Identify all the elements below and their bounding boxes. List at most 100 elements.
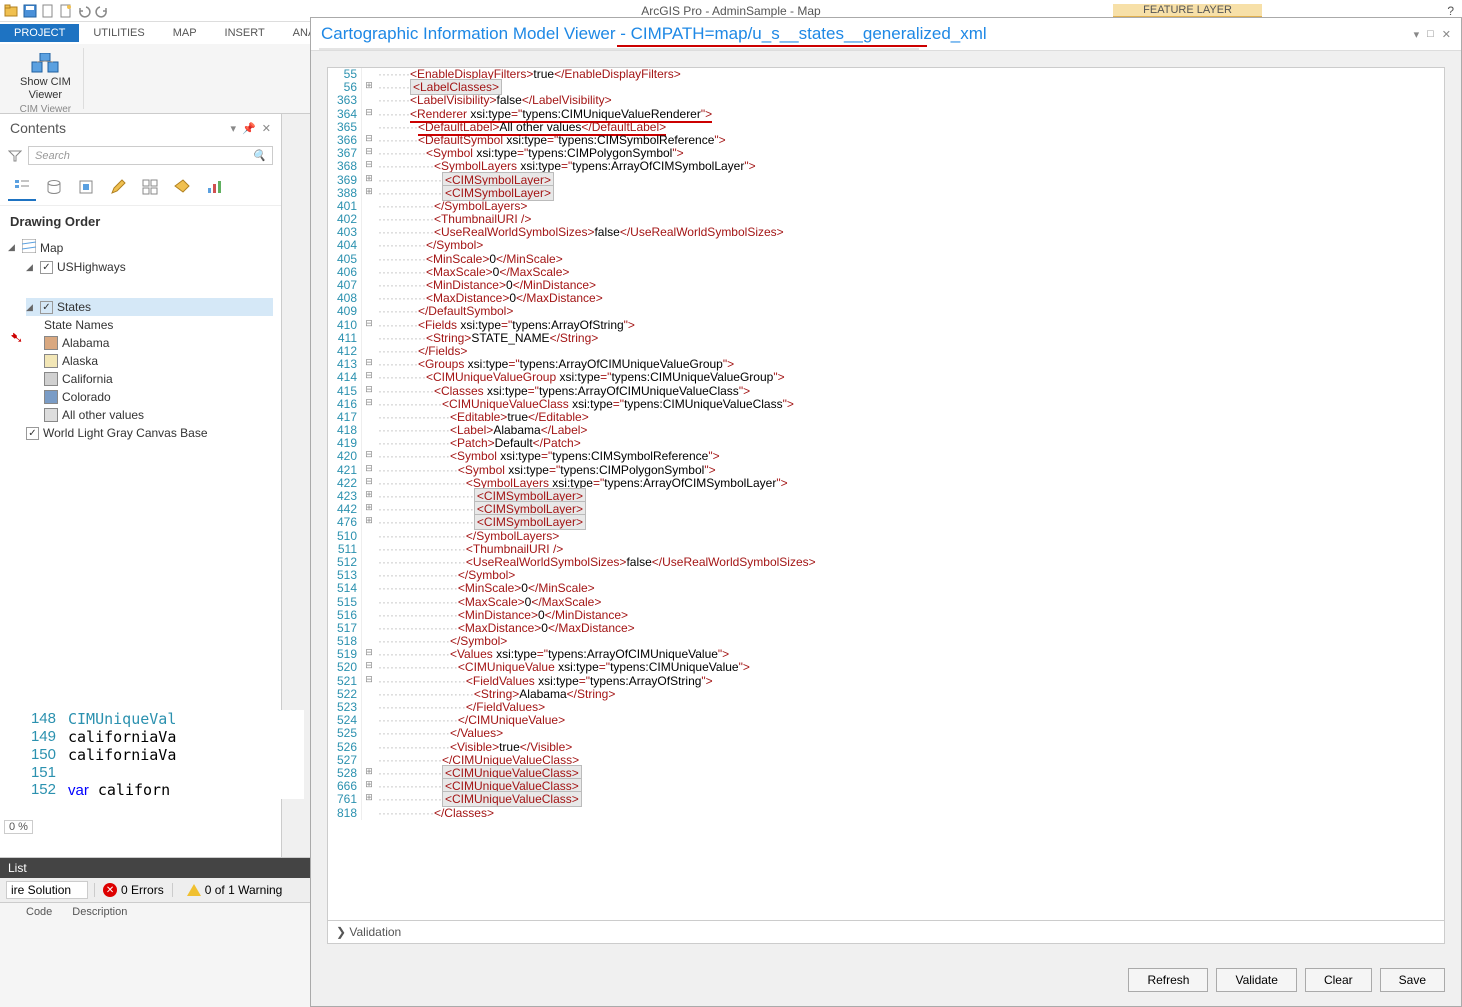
fold-icon[interactable]: ⊞ xyxy=(362,793,376,803)
fold-icon[interactable]: ⊟ xyxy=(362,648,376,658)
xml-line[interactable]: 818··············</Classes> xyxy=(328,807,1444,820)
col-code[interactable]: Code xyxy=(26,906,72,918)
cim-viewer-window: Cartographic Information Model Viewer - … xyxy=(310,17,1462,1007)
fold-icon[interactable]: ⊟ xyxy=(362,385,376,395)
tab-map[interactable]: MAP xyxy=(159,24,211,42)
toc-state-item[interactable]: California xyxy=(44,370,273,388)
tab-snapping[interactable] xyxy=(136,173,164,201)
expander-icon[interactable]: ◢ xyxy=(8,242,18,253)
cim-titlebar[interactable]: Cartographic Information Model Viewer - … xyxy=(311,18,1461,51)
fold-icon[interactable]: ⊟ xyxy=(362,477,376,487)
minimize-icon[interactable]: ▾ xyxy=(1414,28,1420,41)
xml-line[interactable]: 403··············<UseRealWorldSymbolSize… xyxy=(328,226,1444,239)
fold-icon[interactable]: ⊟ xyxy=(362,319,376,329)
open-icon[interactable] xyxy=(4,3,20,19)
tab-data-source[interactable] xyxy=(40,173,68,201)
toc-basemap[interactable]: ✓ World Light Gray Canvas Base xyxy=(26,424,273,442)
fold-icon[interactable]: ⊟ xyxy=(362,675,376,685)
fold-icon[interactable]: ⊟ xyxy=(362,371,376,381)
toc-states[interactable]: ◢ ✓ States xyxy=(26,298,273,316)
fold-icon[interactable]: ⊟ xyxy=(362,661,376,671)
scope-dropdown[interactable]: ire Solution xyxy=(6,881,88,899)
toc-state-item[interactable]: Colorado xyxy=(44,388,273,406)
search-row: Search 🔍 xyxy=(0,142,281,169)
fold-icon[interactable]: ⊞ xyxy=(362,780,376,790)
tab-utilities[interactable]: UTILITIES xyxy=(79,24,158,42)
context-tab-feature-layer[interactable]: FEATURE LAYER xyxy=(1113,4,1262,18)
fold-icon[interactable]: ⊟ xyxy=(362,450,376,460)
toc-state-item[interactable]: Alabama xyxy=(44,334,273,352)
col-icon[interactable] xyxy=(6,906,26,918)
cim-btn-label1: Show CIM xyxy=(20,76,71,89)
xml-code-area[interactable]: 55········<EnableDisplayFilters>true</En… xyxy=(328,68,1444,920)
fold-icon[interactable]: ⊞ xyxy=(362,767,376,777)
fold-icon[interactable]: ⊟ xyxy=(362,160,376,170)
close-icon[interactable]: ✕ xyxy=(1442,28,1451,41)
col-description[interactable]: Description xyxy=(72,906,147,918)
swatch-icon xyxy=(44,408,58,422)
quick-access-toolbar xyxy=(4,3,110,19)
code-line: 148CIMUniqueVal xyxy=(4,710,304,728)
fold-icon[interactable]: ⊞ xyxy=(362,516,376,526)
fold-icon[interactable]: ⊟ xyxy=(362,398,376,408)
maximize-icon[interactable]: □ xyxy=(1427,28,1434,41)
fold-icon[interactable]: ⊟ xyxy=(362,464,376,474)
refresh-button[interactable]: Refresh xyxy=(1128,968,1208,992)
close-icon[interactable]: ✕ xyxy=(262,122,271,135)
fold-icon[interactable]: ⊟ xyxy=(362,358,376,368)
warnings-filter[interactable]: 0 of 1 Warning xyxy=(179,883,291,897)
tab-insert[interactable]: INSERT xyxy=(211,24,279,42)
search-input[interactable]: Search 🔍 xyxy=(28,146,273,165)
toc-state-item[interactable]: Alaska xyxy=(44,352,273,370)
expander-icon[interactable]: ◢ xyxy=(26,302,36,313)
show-cim-viewer-button[interactable]: Show CIM Viewer xyxy=(16,50,75,104)
dropdown-icon[interactable]: ▾ xyxy=(231,122,237,135)
annotation-arrow-icon: ➸ xyxy=(5,326,28,350)
toc-all-other[interactable]: All other values xyxy=(44,406,273,424)
expander-icon[interactable]: ◢ xyxy=(26,262,36,273)
search-placeholder: Search xyxy=(35,150,70,162)
tab-selection[interactable] xyxy=(72,173,100,201)
new2-icon[interactable] xyxy=(58,3,74,19)
checkbox[interactable]: ✓ xyxy=(40,261,53,274)
fold-icon[interactable]: ⊞ xyxy=(362,81,376,91)
errors-filter[interactable]: ✕0 Errors xyxy=(94,883,173,897)
save-icon[interactable] xyxy=(22,3,38,19)
table-of-contents: ◢ Map ◢ ✓ USHighways ➸ ◢ ✓ States State … xyxy=(0,237,281,442)
tab-chart[interactable] xyxy=(200,173,228,201)
xml-line[interactable]: 761⊞················<CIMUniqueValueClass… xyxy=(328,793,1444,806)
filter-icon[interactable] xyxy=(8,149,22,163)
validate-button[interactable]: Validate xyxy=(1216,968,1296,992)
zoom-percent[interactable]: 0 % xyxy=(4,820,33,834)
fold-icon[interactable]: ⊟ xyxy=(362,147,376,157)
fold-icon[interactable]: ⊞ xyxy=(362,187,376,197)
fold-icon[interactable]: ⊟ xyxy=(362,134,376,144)
clear-button[interactable]: Clear xyxy=(1305,968,1372,992)
tab-project[interactable]: PROJECT xyxy=(0,24,79,42)
new-icon[interactable] xyxy=(40,3,56,19)
error-list-title: List xyxy=(0,858,310,878)
save-button[interactable]: Save xyxy=(1380,968,1445,992)
checkbox[interactable]: ✓ xyxy=(26,427,39,440)
validation-expander[interactable]: ❯ Validation xyxy=(328,920,1444,943)
fold-icon[interactable]: ⊞ xyxy=(362,174,376,184)
cim-body: 55········<EnableDisplayFilters>true</En… xyxy=(327,67,1445,944)
tab-labeling[interactable] xyxy=(168,173,196,201)
toc-ushighways[interactable]: ◢ ✓ USHighways xyxy=(26,258,273,276)
tab-drawing-order[interactable] xyxy=(8,173,36,201)
pin-icon[interactable]: 📌 xyxy=(242,122,256,135)
code-editor-fragment: 148CIMUniqueVal149californiaVa150califor… xyxy=(4,710,304,799)
undo-icon[interactable] xyxy=(76,3,92,19)
checkbox[interactable]: ✓ xyxy=(40,301,53,314)
help-icon[interactable]: ? xyxy=(1447,4,1454,18)
cim-btn-label2: Viewer xyxy=(29,89,62,102)
fold-icon[interactable]: ⊞ xyxy=(362,503,376,513)
redo-icon[interactable] xyxy=(94,3,110,19)
layer-label: USHighways xyxy=(57,260,126,274)
fold-icon[interactable]: ⊞ xyxy=(362,490,376,500)
toc-state-names-header: State Names xyxy=(44,316,273,334)
xml-line[interactable]: 411············<String>STATE_NAME</Strin… xyxy=(328,332,1444,345)
toc-map[interactable]: ◢ Map xyxy=(8,237,273,258)
tab-editing[interactable] xyxy=(104,173,132,201)
fold-icon[interactable]: ⊟ xyxy=(362,108,376,118)
